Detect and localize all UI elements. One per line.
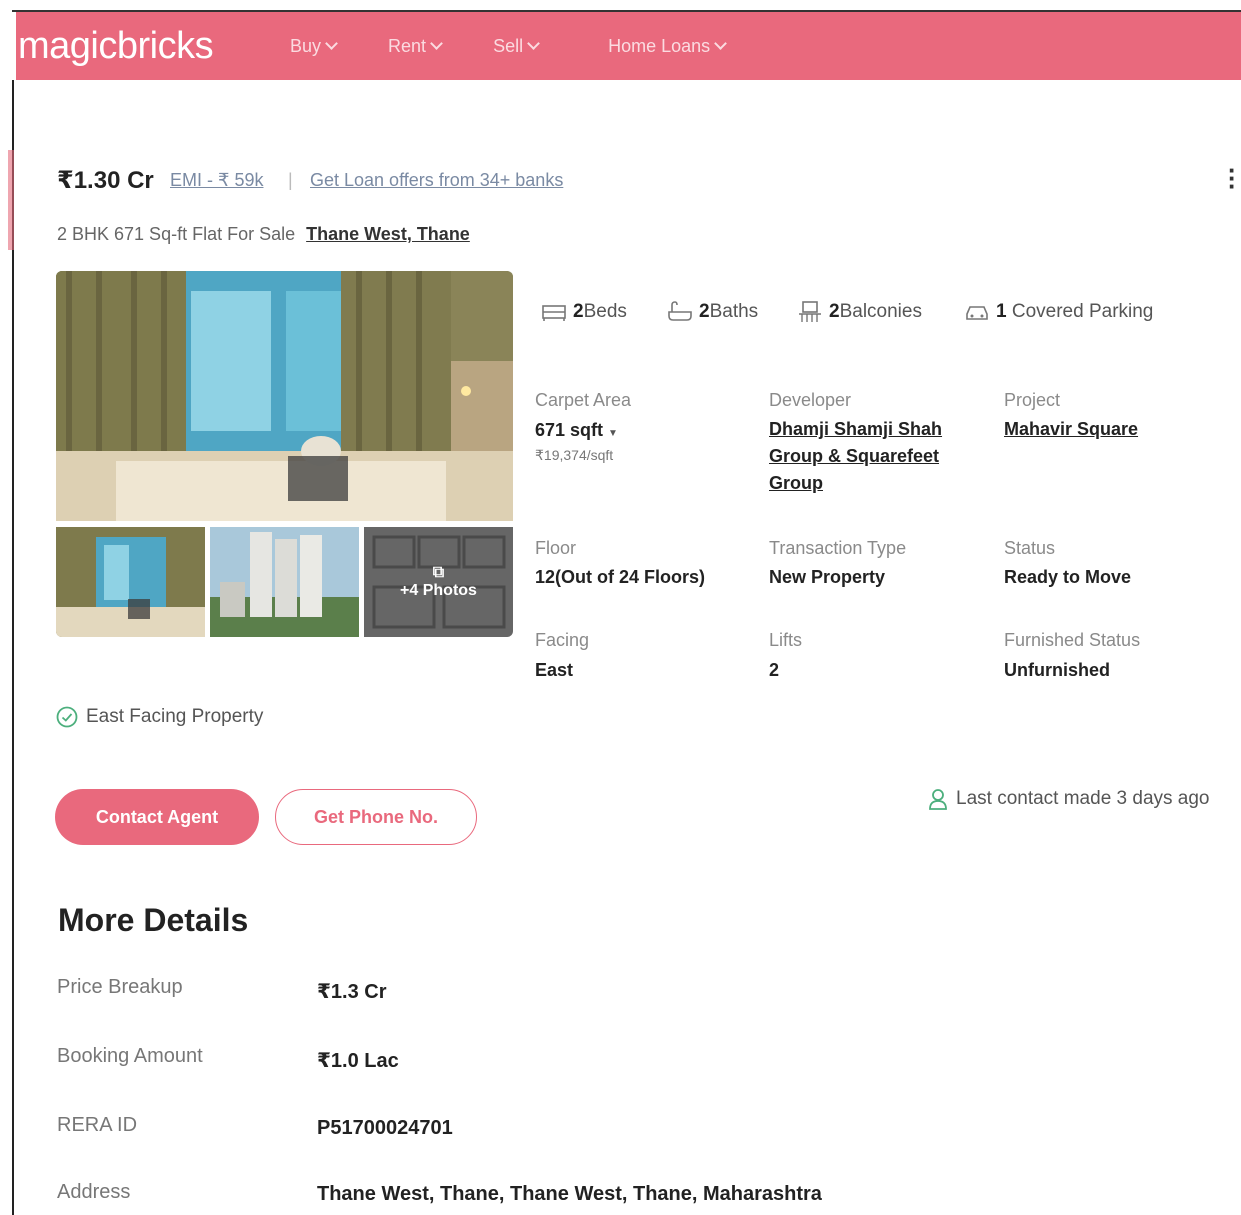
more-photos-label: +4 Photos xyxy=(400,582,477,599)
address-value: Thane West, Thane, Thane West, Thane, Ma… xyxy=(317,1183,822,1205)
bedroom-thumbnail xyxy=(56,527,205,637)
nav-sell-label: Sell xyxy=(493,35,524,56)
chevron-down-icon xyxy=(527,37,540,50)
photo-thumbnail-1[interactable] xyxy=(56,527,205,637)
chevron-down-icon xyxy=(714,37,728,50)
nav-sell[interactable]: Sell xyxy=(493,35,540,57)
balconies-info: 2Balconies xyxy=(797,300,922,324)
project-label: Project xyxy=(1004,390,1061,410)
listing-price: ₹1.30 Cr xyxy=(57,167,154,194)
baths-label: Baths xyxy=(709,301,759,322)
east-facing-text: East Facing Property xyxy=(86,706,264,727)
emi-link[interactable]: EMI - ₹ 59k xyxy=(170,170,263,191)
parking-label: Covered Parking xyxy=(1011,301,1154,322)
top-navbar: magicbricks Buy Rent Sell Home Loans xyxy=(16,12,1241,80)
user-icon xyxy=(929,789,947,810)
transaction-type-value: New Property xyxy=(769,567,886,587)
carpet-area-value[interactable]: 671 sqft ▼ xyxy=(535,420,618,441)
more-options-icon[interactable]: · · · xyxy=(1228,157,1237,199)
price-breakup-value: ₹1.3 Cr xyxy=(317,981,387,1003)
facing-label: Facing xyxy=(535,630,590,650)
chevron-down-icon xyxy=(430,37,443,50)
scan-border-left xyxy=(12,80,14,1215)
booking-amount-value: ₹1.0 Lac xyxy=(317,1050,399,1072)
beds-info: 2Beds xyxy=(541,300,627,324)
photo-thumbnail-2[interactable] xyxy=(210,527,359,637)
car-icon xyxy=(966,306,988,320)
main-photo[interactable] xyxy=(56,271,513,521)
project-link[interactable]: Mahavir Square xyxy=(1004,416,1138,443)
facing-value: East xyxy=(535,660,574,680)
photo-gallery-icon: ⧉ xyxy=(432,564,445,581)
beds-label: Beds xyxy=(583,301,627,322)
furnished-status-value: Unfurnished xyxy=(1004,660,1110,680)
balcony-icon xyxy=(799,301,821,322)
nav-home-loans[interactable]: Home Loans xyxy=(608,35,728,57)
balconies-count: 2 xyxy=(829,301,840,322)
carpet-area-label: Carpet Area xyxy=(535,390,632,410)
contact-agent-button[interactable]: Contact Agent xyxy=(55,789,259,845)
beds-count: 2 xyxy=(573,301,584,322)
bedroom-photo xyxy=(56,271,513,521)
price-per-sqft: ₹19,374/sqft xyxy=(535,447,614,463)
developer-link[interactable]: Dhamji Shamji Shah Group & Squarefeet Gr… xyxy=(769,416,974,497)
price-breakup-label: Price Breakup xyxy=(57,976,183,998)
more-details-title: More Details xyxy=(58,902,249,938)
chevron-down-icon xyxy=(325,37,338,50)
nav-rent-label: Rent xyxy=(388,35,427,56)
baths-info: 2Baths xyxy=(667,300,758,324)
carpet-area-text: 671 sqft xyxy=(535,420,604,440)
status-label: Status xyxy=(1004,538,1056,558)
parking-count: 1 xyxy=(996,301,1007,322)
balconies-label: Balconies xyxy=(839,301,922,322)
east-facing-highlight: East Facing Property xyxy=(56,706,263,728)
address-label: Address xyxy=(57,1181,131,1203)
listing-subtitle: 2 BHK 671 Sq-ft Flat For Sale Thane West… xyxy=(57,224,470,245)
last-contact-text: Last contact made 3 days ago xyxy=(956,788,1210,809)
transaction-type-label: Transaction Type xyxy=(769,538,907,558)
booking-amount-label: Booking Amount xyxy=(57,1045,203,1067)
bathtub-icon xyxy=(668,301,692,321)
location-link[interactable]: Thane West, Thane xyxy=(306,224,470,244)
nav-rent[interactable]: Rent xyxy=(388,35,443,57)
caret-down-icon: ▼ xyxy=(608,428,618,439)
furnished-status-label: Furnished Status xyxy=(1004,630,1141,650)
price-separator: | xyxy=(288,170,293,190)
developer-label: Developer xyxy=(769,390,852,410)
listing-type: 2 BHK 671 Sq-ft Flat For Sale xyxy=(57,224,296,244)
lifts-label: Lifts xyxy=(769,630,803,650)
nav-buy[interactable]: Buy xyxy=(290,35,338,57)
bed-icon xyxy=(542,305,566,321)
last-contact-info: Last contact made 3 days ago xyxy=(928,788,1210,810)
get-phone-button[interactable]: Get Phone No. xyxy=(275,789,477,845)
rera-id-label: RERA ID xyxy=(57,1114,138,1136)
status-value: Ready to Move xyxy=(1004,567,1132,587)
rera-id-value: P51700024701 xyxy=(317,1117,453,1139)
photo-thumbnail-more[interactable]: ⧉ +4 Photos xyxy=(364,527,513,637)
nav-buy-label: Buy xyxy=(290,35,322,56)
floor-value: 12(Out of 24 Floors) xyxy=(535,567,706,587)
scan-artifact xyxy=(8,150,14,250)
site-logo[interactable]: magicbricks xyxy=(18,25,276,68)
lifts-value: 2 xyxy=(769,660,780,680)
parking-info: 1 Covered Parking xyxy=(964,300,1153,324)
more-photos-overlay[interactable]: ⧉ +4 Photos xyxy=(364,527,513,637)
main-nav: Buy Rent Sell Home Loans xyxy=(276,36,777,57)
building-thumbnail xyxy=(210,527,359,637)
floor-label: Floor xyxy=(535,538,577,558)
check-circle-icon xyxy=(56,706,78,728)
loan-offers-link[interactable]: Get Loan offers from 34+ banks xyxy=(310,170,563,191)
baths-count: 2 xyxy=(699,301,710,322)
nav-home-loans-label: Home Loans xyxy=(608,35,711,56)
